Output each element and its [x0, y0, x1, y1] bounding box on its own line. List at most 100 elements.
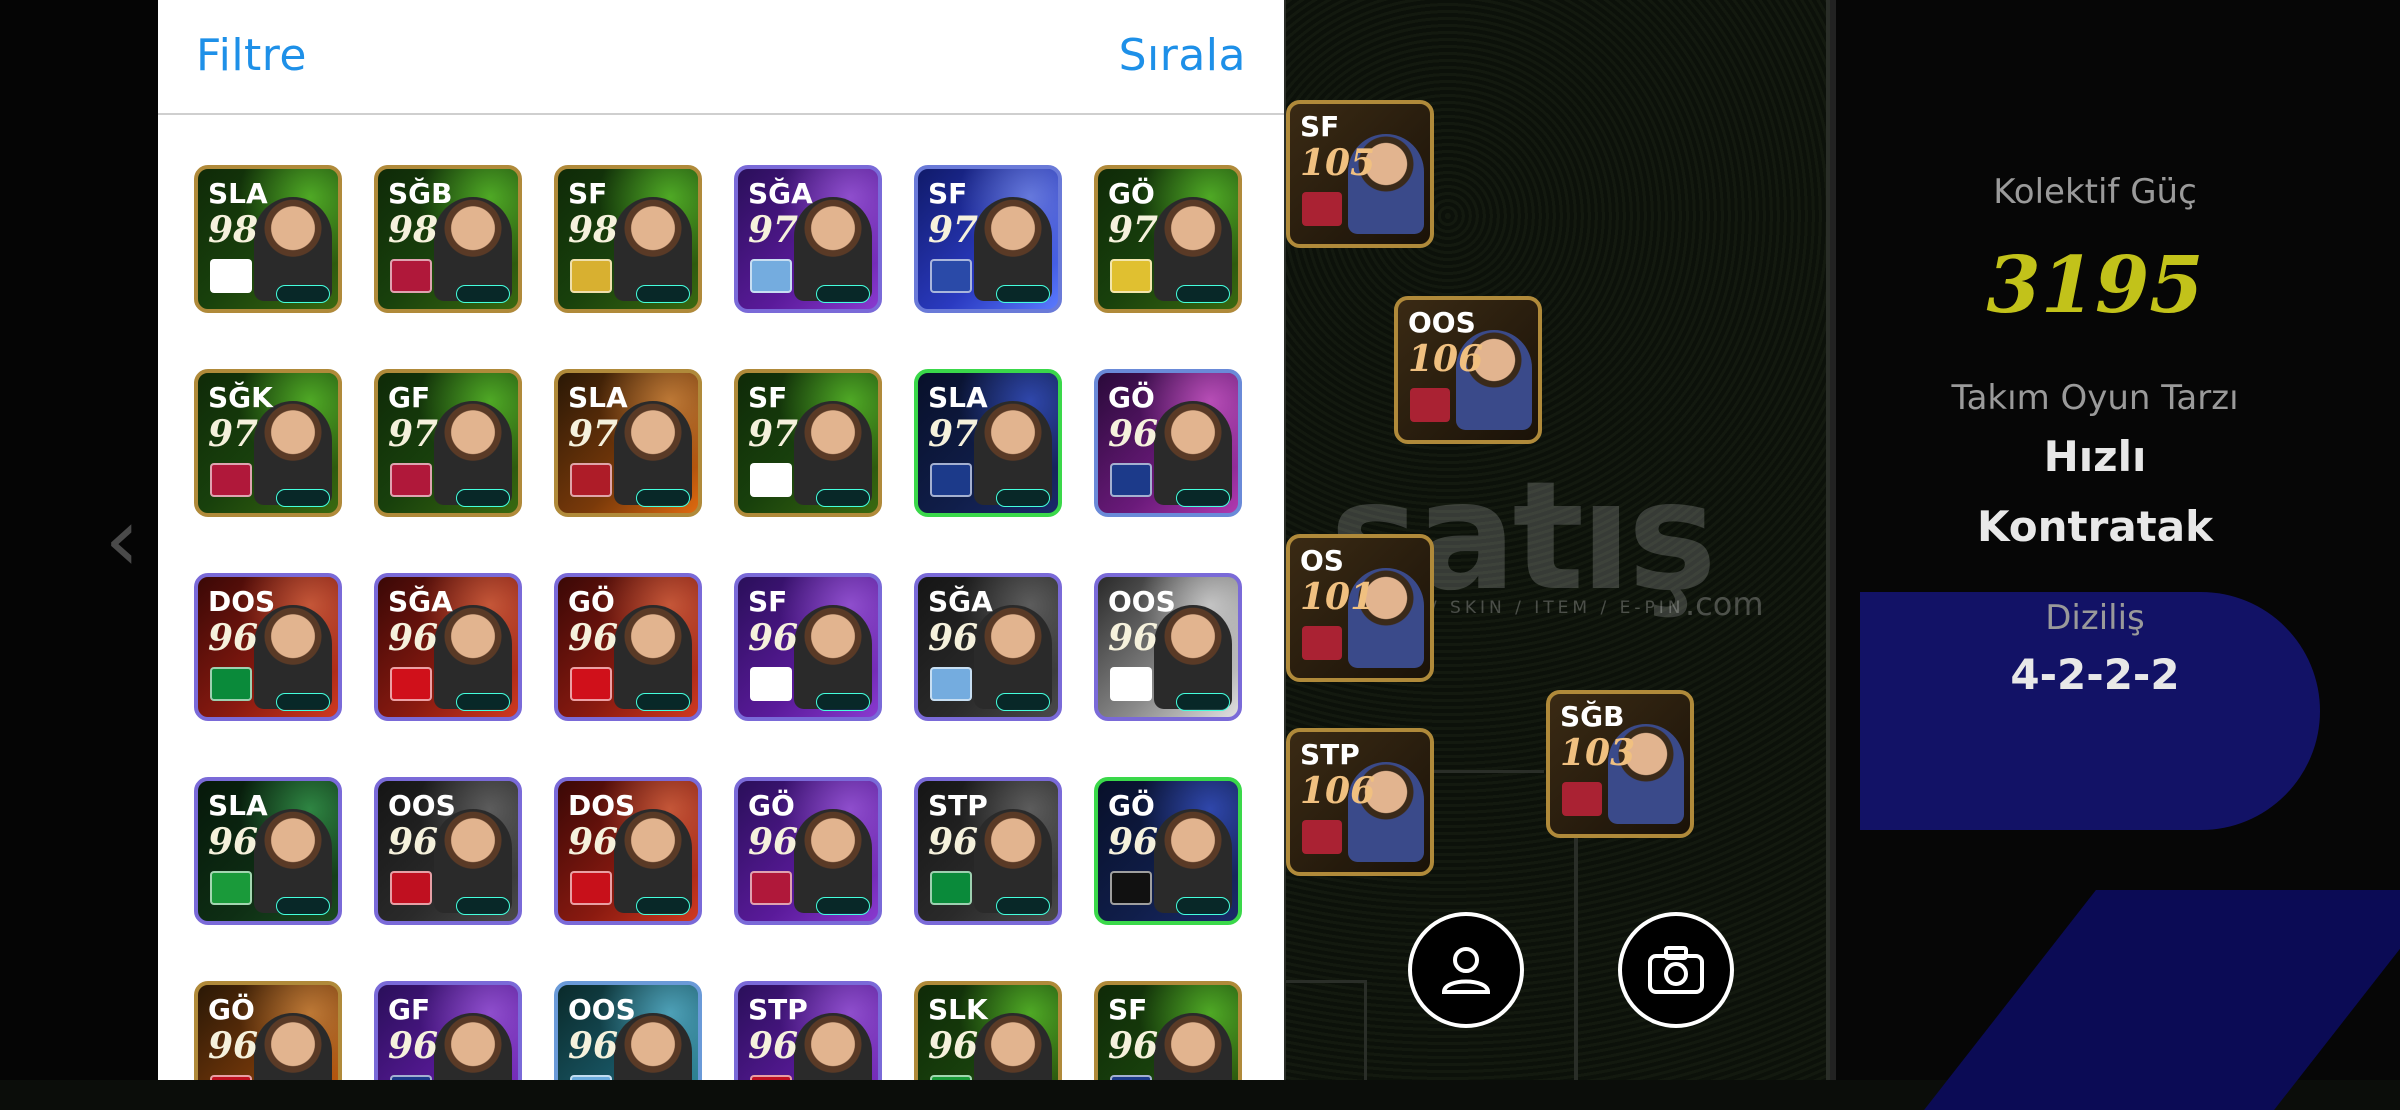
player-card[interactable]: GÖ 96 [734, 777, 882, 925]
player-position: SF [1108, 993, 1148, 1026]
skill-indicator-icon [1176, 693, 1230, 711]
player-card[interactable]: GÖ 97 [1094, 165, 1242, 313]
player-card[interactable]: SĞA 96 [374, 573, 522, 721]
skill-indicator-icon [636, 285, 690, 303]
club-badge-icon [1110, 871, 1152, 905]
formation-player-card[interactable]: SĞB 103 [1546, 690, 1694, 838]
watermark-domain: .com [1685, 585, 1764, 623]
player-rating: 96 [928, 1025, 979, 1067]
skill-indicator-icon [456, 693, 510, 711]
player-rating: 96 [208, 1025, 259, 1067]
player-card[interactable]: STP 96 [914, 777, 1062, 925]
player-rating: 97 [208, 413, 259, 455]
skill-indicator-icon [816, 285, 870, 303]
player-position: GÖ [1108, 381, 1155, 414]
player-card[interactable]: DOS 96 [194, 573, 342, 721]
camera-button[interactable] [1618, 912, 1734, 1028]
club-badge-icon [930, 667, 972, 701]
sort-button[interactable]: Sırala [1119, 30, 1246, 81]
pitch-line [1284, 980, 1364, 983]
player-position: STP [748, 993, 808, 1026]
player-card[interactable]: GF 97 [374, 369, 522, 517]
player-card[interactable]: SF 98 [554, 165, 702, 313]
panel-header: Filtre Sırala [158, 0, 1284, 115]
player-rating: 101 [1300, 576, 1376, 618]
player-rating: 106 [1300, 770, 1376, 812]
player-rating: 96 [568, 821, 619, 863]
club-badge-icon [570, 1075, 612, 1080]
player-rating: 96 [748, 821, 799, 863]
player-position: OOS [568, 993, 636, 1026]
player-card[interactable]: SF 96 [1094, 981, 1242, 1080]
player-rating: 98 [388, 209, 439, 251]
skill-indicator-icon [276, 285, 330, 303]
player-card[interactable]: SĞK 97 [194, 369, 342, 517]
player-position: SLK [928, 993, 988, 1026]
player-card[interactable]: GF 96 [374, 981, 522, 1080]
player-card[interactable]: GÖ 96 [554, 573, 702, 721]
formation-player-card[interactable]: OS 101 [1286, 534, 1434, 682]
player-card[interactable]: SLA 97 [554, 369, 702, 517]
player-position: SF [748, 585, 788, 618]
player-card[interactable]: GÖ 96 [1094, 777, 1242, 925]
player-card[interactable]: STP 96 [734, 981, 882, 1080]
player-rating: 97 [748, 209, 799, 251]
club-badge-icon [390, 871, 432, 905]
player-position: DOS [208, 585, 276, 618]
filter-button[interactable]: Filtre [196, 30, 307, 81]
player-position: SF [748, 381, 788, 414]
player-position: OOS [1108, 585, 1176, 618]
skill-indicator-icon [816, 693, 870, 711]
chevron-left-icon[interactable]: ‹ [100, 496, 144, 584]
skill-indicator-icon [456, 897, 510, 915]
player-card[interactable]: OOS 96 [374, 777, 522, 925]
player-list-panel: Filtre Sırala SLA 98 SĞB 98 SF 98 SĞA 97 SF 97 GÖ 9… [158, 0, 1284, 1080]
player-position: SLA [208, 789, 268, 822]
player-rating: 96 [388, 1025, 439, 1067]
club-badge-icon [210, 667, 252, 701]
player-card[interactable]: SF 97 [914, 165, 1062, 313]
club-badge-icon [1562, 782, 1602, 816]
player-card[interactable]: DOS 96 [554, 777, 702, 925]
profile-button[interactable] [1408, 912, 1524, 1028]
player-card[interactable]: SF 97 [734, 369, 882, 517]
player-rating: 96 [1108, 617, 1159, 659]
player-card[interactable]: SLA 98 [194, 165, 342, 313]
player-card[interactable]: OOS 96 [1094, 573, 1242, 721]
player-card[interactable]: SLK 96 [914, 981, 1062, 1080]
player-rating: 106 [1408, 338, 1484, 380]
player-rating: 96 [1108, 821, 1159, 863]
player-card[interactable]: SĞA 97 [734, 165, 882, 313]
player-position: SF [1300, 110, 1340, 143]
club-badge-icon [390, 463, 432, 497]
player-card[interactable]: SLA 96 [194, 777, 342, 925]
formation-player-card[interactable]: SF 105 [1286, 100, 1434, 248]
club-badge-icon [210, 871, 252, 905]
player-card[interactable]: SĞA 96 [914, 573, 1062, 721]
player-position: DOS [568, 789, 636, 822]
player-card[interactable]: GÖ 96 [194, 981, 342, 1080]
player-card[interactable]: SLA 97 [914, 369, 1062, 517]
collective-power-label: Kolektif Güç [1993, 172, 2197, 212]
player-card[interactable]: SĞB 98 [374, 165, 522, 313]
formation-player-card[interactable]: STP 106 [1286, 728, 1434, 876]
club-badge-icon [750, 259, 792, 293]
club-badge-icon [570, 871, 612, 905]
club-badge-icon [1302, 192, 1342, 226]
skill-indicator-icon [816, 489, 870, 507]
skill-indicator-icon [456, 489, 510, 507]
club-badge-icon [930, 871, 972, 905]
club-badge-icon [750, 871, 792, 905]
player-position: SF [928, 177, 968, 210]
player-rating: 97 [928, 413, 979, 455]
club-badge-icon [570, 463, 612, 497]
club-badge-icon [1410, 388, 1450, 422]
formation-value: 4-2-2-2 [2010, 650, 2180, 699]
player-card[interactable]: GÖ 96 [1094, 369, 1242, 517]
camera-icon [1648, 946, 1704, 994]
formation-player-card[interactable]: OOS 106 [1394, 296, 1542, 444]
player-card[interactable]: SF 96 [734, 573, 882, 721]
formation-label: Diziliş [2045, 598, 2145, 638]
club-badge-icon [390, 667, 432, 701]
player-card[interactable]: OOS 96 [554, 981, 702, 1080]
